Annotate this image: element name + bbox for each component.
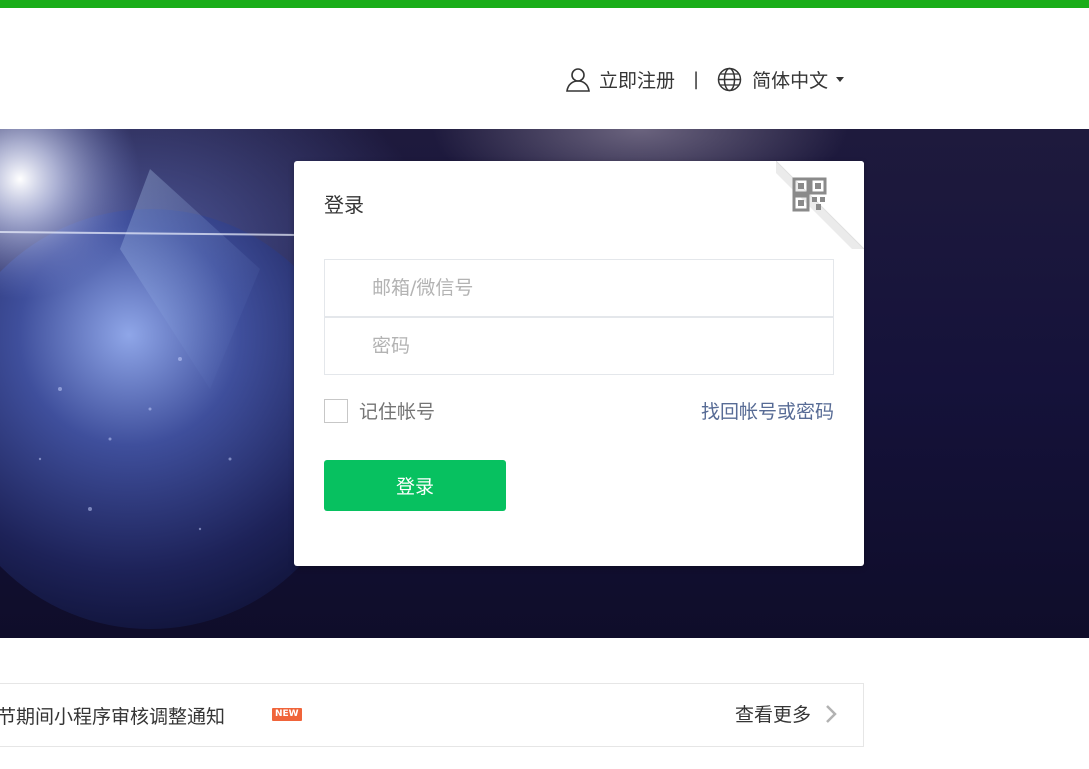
view-more-link[interactable]: 查看更多 <box>735 700 837 727</box>
chevron-right-icon <box>826 704 837 723</box>
header-separator: | <box>693 68 700 90</box>
remember-account[interactable]: 记住帐号 <box>324 397 435 424</box>
view-more-label: 查看更多 <box>734 704 811 726</box>
password-input[interactable] <box>325 318 833 374</box>
language-label: 简体中文 <box>752 69 829 92</box>
remember-checkbox[interactable] <box>324 398 348 423</box>
login-card: 登录 记住帐号 找回帐号 <box>294 161 864 566</box>
globe-icon <box>717 67 742 92</box>
qr-code-icon <box>775 161 864 250</box>
top-accent-bar <box>0 0 1089 8</box>
account-field[interactable] <box>324 259 834 317</box>
register-link[interactable]: 立即注册 <box>565 66 675 93</box>
header-links: 立即注册 | 简体中文 <box>565 62 845 96</box>
caret-down-icon <box>836 76 845 82</box>
user-icon <box>565 66 591 92</box>
new-badge: NEW <box>272 708 302 721</box>
login-title: 登录 <box>324 193 364 217</box>
qr-login-toggle[interactable] <box>775 161 864 250</box>
account-input[interactable] <box>325 260 833 316</box>
password-field[interactable] <box>324 317 834 375</box>
header: 立即注册 | 简体中文 <box>0 8 1089 129</box>
language-selector[interactable]: 简体中文 <box>717 66 845 93</box>
register-label: 立即注册 <box>599 69 676 92</box>
notice-bar: 节期间小程序审核调整通知 NEW 查看更多 <box>0 683 864 747</box>
notice-title[interactable]: 节期间小程序审核调整通知 <box>0 702 225 729</box>
login-button[interactable]: 登录 <box>324 460 506 511</box>
forgot-account-link[interactable]: 找回帐号或密码 <box>701 397 834 424</box>
remember-label: 记住帐号 <box>359 401 436 423</box>
